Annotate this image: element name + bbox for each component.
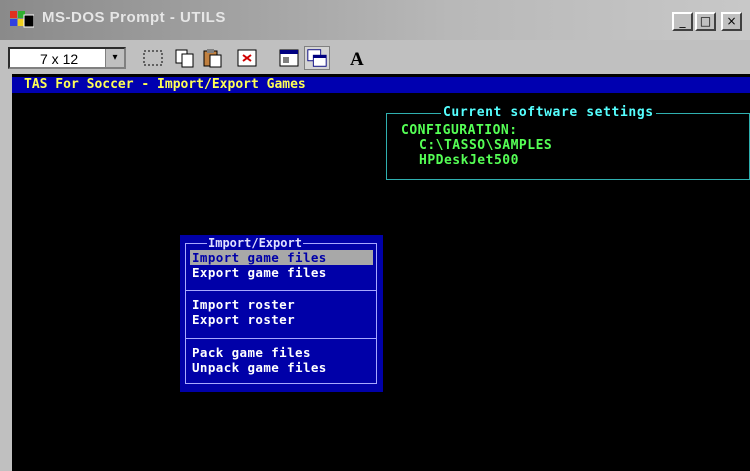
mark-button[interactable] xyxy=(140,46,166,70)
window-title: MS-DOS Prompt - UTILS xyxy=(42,9,226,26)
font-button[interactable]: A xyxy=(344,46,370,70)
msdos-app-icon[interactable] xyxy=(10,9,35,29)
settings-panel: Current software settings CONFIGURATION:… xyxy=(386,105,750,180)
properties-icon xyxy=(279,49,299,67)
dos-window: MS-DOS Prompt - UTILS _ □ × 7 x 12 ▾ A T… xyxy=(0,0,750,471)
background-icon xyxy=(307,49,327,67)
menu-item-unpack-game-files[interactable]: Unpack game files xyxy=(190,360,373,375)
menu-item-import-roster[interactable]: Import roster xyxy=(190,297,373,312)
fullscreen-icon xyxy=(237,49,257,67)
font-icon: A xyxy=(350,49,364,70)
toolbar: 7 x 12 ▾ A xyxy=(0,40,750,74)
screen-header-text: TAS For Soccer - Import/Export Games xyxy=(24,77,306,92)
menu-item-import-game-files[interactable]: Import game files xyxy=(190,250,373,265)
configuration-path: C:\TASSO\SAMPLES xyxy=(419,138,553,153)
menu-item-pack-game-files[interactable]: Pack game files xyxy=(190,345,373,360)
title-bar[interactable]: MS-DOS Prompt - UTILS _ □ × xyxy=(0,0,750,40)
configuration-label: CONFIGURATION: xyxy=(401,123,518,138)
svg-text:A: A xyxy=(350,49,364,70)
font-size-select[interactable]: 7 x 12 ▾ xyxy=(8,47,126,69)
printer-setting: HPDeskJet500 xyxy=(419,153,519,168)
copy-icon xyxy=(175,49,194,68)
menu-item-export-roster[interactable]: Export roster xyxy=(190,312,373,327)
window-controls: _ □ × xyxy=(672,12,742,31)
screen-header-bar: TAS For Soccer - Import/Export Games xyxy=(12,77,750,93)
menu-frame: Import/Export Import game files Export g… xyxy=(185,236,377,384)
chevron-down-icon[interactable]: ▾ xyxy=(105,49,124,67)
fullscreen-button[interactable] xyxy=(234,46,260,70)
mark-icon xyxy=(143,50,163,66)
copy-button[interactable] xyxy=(172,46,198,70)
background-button[interactable] xyxy=(304,46,330,70)
minimize-button[interactable]: _ xyxy=(672,12,693,31)
menu-divider xyxy=(186,290,376,291)
paste-button[interactable] xyxy=(200,46,226,70)
menu-title: Import/Export xyxy=(207,236,303,250)
dos-console[interactable]: TAS For Soccer - Import/Export Games Cur… xyxy=(12,74,750,471)
menu-divider xyxy=(186,338,376,339)
paste-icon xyxy=(203,49,222,68)
font-size-value: 7 x 12 xyxy=(40,51,79,67)
properties-button[interactable] xyxy=(276,46,302,70)
settings-title: Current software settings xyxy=(441,105,656,120)
close-button[interactable]: × xyxy=(721,12,742,31)
menu-item-export-game-files[interactable]: Export game files xyxy=(190,265,373,280)
import-export-menu: Import/Export Import game files Export g… xyxy=(180,235,383,392)
maximize-button[interactable]: □ xyxy=(695,12,716,31)
